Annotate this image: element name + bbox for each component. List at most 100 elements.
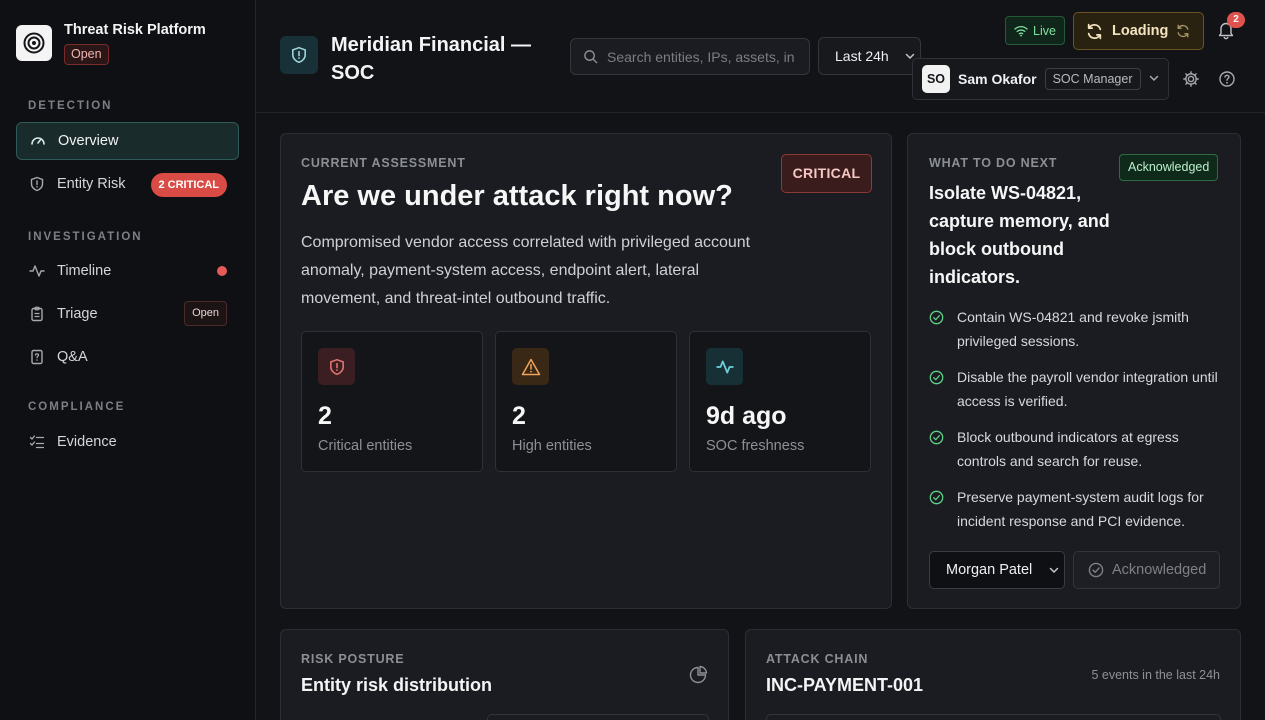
stat-label: High entities — [512, 438, 592, 454]
help-icon[interactable] — [1218, 70, 1236, 88]
shield-icon — [28, 175, 46, 193]
time-range-select[interactable]: Last 24h — [818, 37, 921, 75]
step-text: Contain WS-04821 and revoke jsmith privi… — [957, 309, 1189, 349]
stat-high-entities[interactable]: 2 High entities — [495, 331, 677, 472]
critical-count-badge: 2 CRITICAL — [150, 173, 227, 197]
check-circle-icon — [1088, 562, 1104, 578]
sidebar-item-overview[interactable]: Overview — [16, 122, 239, 160]
gauge-icon — [29, 132, 47, 150]
search-icon — [583, 49, 598, 64]
acknowledged-status-badge: Acknowledged — [1119, 154, 1219, 181]
check-circle-icon — [929, 370, 944, 385]
notification-count-badge: 2 — [1227, 12, 1245, 28]
attack-chain-card: ATTACK CHAIN INC-PAYMENT-001 5 events in… — [745, 629, 1241, 720]
risk-posture-card: RISK POSTURE Entity risk distribution — [280, 629, 729, 720]
list-item: Block outbound indicators at egress cont… — [929, 425, 1224, 485]
assignee-select[interactable]: Morgan Patel — [929, 551, 1065, 589]
pie-chart-icon[interactable] — [688, 665, 708, 685]
sidebar-item-entity-risk[interactable]: Entity Risk 2 CRITICAL — [16, 165, 239, 203]
triage-open-badge: Open — [184, 301, 227, 326]
sidebar-item-label: Q&A — [57, 349, 88, 365]
question-file-icon — [28, 348, 46, 366]
sidebar-item-timeline[interactable]: Timeline — [16, 252, 239, 290]
checklist-icon — [28, 433, 46, 451]
step-text: Preserve payment-system audit logs for i… — [957, 489, 1204, 529]
warning-triangle-icon — [512, 348, 549, 385]
wifi-icon — [1014, 25, 1028, 37]
assessment-question: Are we under attack right now? — [301, 180, 733, 212]
next-steps-list: Contain WS-04821 and revoke jsmith privi… — [929, 305, 1224, 545]
sidebar-item-label: Timeline — [57, 263, 112, 279]
search-box[interactable] — [570, 38, 810, 75]
gear-icon[interactable] — [1182, 70, 1200, 88]
sidebar-item-label: Entity Risk — [57, 176, 126, 192]
activity-icon — [706, 348, 743, 385]
sidebar-item-qa[interactable]: Q&A — [16, 338, 239, 376]
top-header: Meridian Financial — SOC Last 24h Live L… — [256, 0, 1265, 113]
attack-chain-meta: 5 events in the last 24h — [1091, 668, 1220, 682]
assessment-description: Compromised vendor access correlated wit… — [301, 234, 751, 307]
check-circle-icon — [929, 430, 944, 445]
section-label-investigation: INVESTIGATION — [28, 231, 143, 243]
sidebar-item-evidence[interactable]: Evidence — [16, 423, 239, 461]
stat-label: SOC freshness — [706, 438, 805, 454]
next-steps-card: WHAT TO DO NEXT Acknowledged Isolate WS-… — [907, 133, 1241, 609]
alert-dot — [217, 266, 227, 276]
sidebar: Threat Risk Platform Open DETECTION Over… — [0, 0, 256, 720]
user-role-badge: SOC Manager — [1044, 68, 1141, 90]
sidebar-item-label: Triage — [57, 306, 98, 322]
step-text: Disable the payroll vendor integration u… — [957, 369, 1218, 409]
live-status-badge: Live — [1005, 16, 1065, 45]
assessment-kicker: CURRENT ASSESSMENT — [301, 156, 466, 170]
brand: Threat Risk Platform Open — [16, 20, 246, 70]
acknowledge-button[interactable]: Acknowledged — [1073, 551, 1220, 589]
section-label-detection: DETECTION — [28, 100, 113, 112]
stat-label: Critical entities — [318, 438, 413, 454]
step-text: Block outbound indicators at egress cont… — [957, 429, 1179, 469]
list-item: Preserve payment-system audit logs for i… — [929, 485, 1224, 545]
acknowledge-label: Acknowledged — [1112, 562, 1207, 578]
next-steps-kicker: WHAT TO DO NEXT — [929, 156, 1058, 170]
page-title: Meridian Financial — SOC — [331, 34, 532, 84]
activity-icon — [28, 262, 46, 280]
user-name: Sam Okafor — [958, 71, 1037, 87]
current-assessment-card: CURRENT ASSESSMENT Are we under attack r… — [280, 133, 892, 609]
risk-posture-kicker: RISK POSTURE — [301, 652, 405, 666]
stat-value: 2 — [512, 402, 526, 430]
risk-distribution-panel — [487, 714, 709, 720]
target-logo-icon — [16, 25, 52, 61]
avatar: SO — [922, 65, 950, 93]
live-label: Live — [1033, 23, 1056, 38]
stat-soc-freshness[interactable]: 9d ago SOC freshness — [689, 331, 871, 472]
brand-title: Threat Risk Platform — [64, 22, 206, 38]
clipboard-icon — [28, 305, 46, 323]
time-range-value: Last 24h — [835, 48, 889, 64]
check-circle-icon — [929, 490, 944, 505]
check-circle-icon — [929, 310, 944, 325]
attack-chain-title: INC-PAYMENT-001 — [766, 675, 924, 695]
brand-status-badge: Open — [64, 44, 109, 65]
stat-value: 2 — [318, 402, 332, 430]
list-item: Disable the payroll vendor integration u… — [929, 365, 1224, 425]
user-menu[interactable]: SO Sam Okafor SOC Manager — [912, 58, 1169, 100]
assignee-value: Morgan Patel — [946, 562, 1033, 578]
refresh-icon — [1086, 23, 1103, 40]
chevron-down-icon — [1048, 564, 1060, 576]
section-label-compliance: COMPLIANCE — [28, 401, 126, 413]
shield-alert-icon — [318, 348, 355, 385]
chevron-down-icon — [1148, 72, 1160, 84]
sidebar-item-label: Evidence — [57, 434, 117, 450]
sidebar-item-label: Overview — [58, 133, 119, 149]
stat-value: 9d ago — [706, 402, 787, 430]
search-input[interactable] — [607, 48, 799, 65]
org-shield-icon — [280, 36, 318, 74]
list-item: Contain WS-04821 and revoke jsmith privi… — [929, 305, 1224, 365]
risk-posture-title: Entity risk distribution — [301, 675, 493, 695]
attack-chain-panel — [766, 714, 1221, 720]
loading-label: Loading — [1112, 23, 1169, 39]
stat-critical-entities[interactable]: 2 Critical entities — [301, 331, 483, 472]
spinner-icon — [1176, 24, 1190, 38]
refresh-button[interactable]: Loading — [1073, 12, 1204, 50]
attack-chain-kicker: ATTACK CHAIN — [766, 652, 869, 666]
sidebar-item-triage[interactable]: Triage Open — [16, 295, 239, 333]
